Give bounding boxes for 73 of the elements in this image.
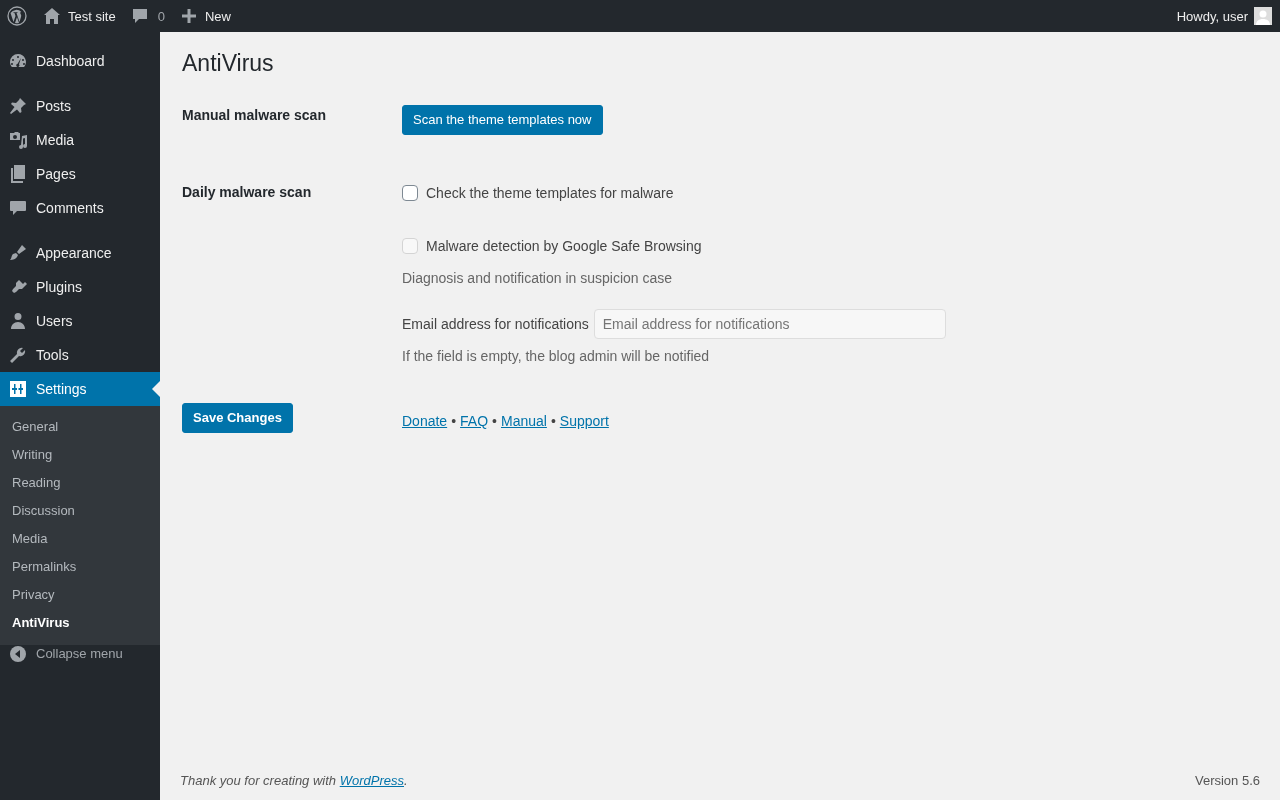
menu-item[interactable]: Settings <box>0 372 160 406</box>
house-icon <box>42 6 62 26</box>
scan-button[interactable]: Scan the theme templates now <box>402 105 603 135</box>
menu-label: Settings <box>36 381 87 397</box>
camera-music-icon <box>8 130 28 150</box>
menu-label: Posts <box>36 98 71 114</box>
menu-label: Plugins <box>36 279 82 295</box>
submenu-item[interactable]: Reading <box>0 469 160 497</box>
submenu-item[interactable]: Discussion <box>0 497 160 525</box>
link[interactable]: Donate <box>402 413 448 429</box>
separator-dot: • <box>451 413 457 429</box>
greeting: Howdy, user <box>1176 8 1248 24</box>
wordpress-logo-icon <box>7 6 27 26</box>
new-link[interactable]: New <box>171 0 238 32</box>
wrench-icon <box>8 345 28 365</box>
submenu-item[interactable]: Media <box>0 525 160 553</box>
new-label: New <box>204 8 231 24</box>
account-link[interactable]: Howdy, user <box>1169 0 1280 32</box>
menu-item[interactable]: Comments <box>0 191 160 225</box>
submenu-item[interactable]: Writing <box>0 441 160 469</box>
collapse-label: Collapse menu <box>36 645 123 661</box>
submenu-item[interactable]: Permalinks <box>0 553 160 581</box>
link[interactable]: Manual <box>501 413 547 429</box>
page-title: AntiVirus <box>182 50 275 77</box>
collapse-menu-button[interactable]: Collapse menu <box>0 634 160 664</box>
menu-label: Pages <box>36 166 76 182</box>
pushpin-icon <box>8 96 28 116</box>
save-changes-button[interactable]: Save Changes <box>182 403 293 433</box>
menu-item[interactable]: Plugins <box>0 270 160 304</box>
menu-item[interactable]: Dashboard <box>0 44 160 78</box>
menu-label: Comments <box>36 200 104 216</box>
email-label: Email address for notifications <box>402 316 589 332</box>
menu-label: Appearance <box>36 245 112 261</box>
menu-item[interactable]: Users <box>0 304 160 338</box>
field-label: Daily malware scan <box>182 183 313 202</box>
menu-label: Dashboard <box>36 53 105 69</box>
menu-label: Users <box>36 313 73 329</box>
site-link[interactable]: Test site <box>35 0 123 32</box>
version-text: Version 5.6 <box>1194 773 1260 788</box>
email-field[interactable]: Email address for notifications <box>593 309 946 339</box>
link[interactable]: Support <box>559 413 609 429</box>
submenu-item[interactable]: Privacy <box>0 581 160 609</box>
wordpress-link[interactable]: WordPress <box>339 773 404 788</box>
speech-bubble-icon <box>8 198 28 218</box>
checkbox-label: Check the theme templates for malware <box>426 185 674 201</box>
submenu-item[interactable]: General <box>0 413 160 441</box>
left-triangle-circle-icon <box>8 644 28 664</box>
description-text: Diagnosis and notification in suspicion case <box>402 269 674 288</box>
submenu-item[interactable]: AntiVirus <box>0 609 160 637</box>
pointer-arrow-icon <box>152 381 160 397</box>
menu-label: Tools <box>36 347 69 363</box>
menu-item[interactable]: Appearance <box>0 236 160 270</box>
separator-dot: • <box>492 413 497 429</box>
avatar <box>1254 7 1272 25</box>
menu-item[interactable]: Tools <box>0 338 160 372</box>
note-text: If the field is empty, the blog admin will be notified <box>402 347 711 366</box>
checkbox[interactable] <box>402 185 418 201</box>
menu-item[interactable]: Media <box>0 123 160 157</box>
field-label: Manual malware scan <box>182 106 327 125</box>
sliders-icon <box>8 379 28 399</box>
site-name: Test site <box>68 8 116 24</box>
link[interactable]: FAQ <box>460 413 489 429</box>
paintbrush-icon <box>8 243 28 263</box>
menu-label: Media <box>36 132 75 148</box>
comments-link[interactable]: 0 <box>122 0 172 32</box>
comment-count: 0 <box>157 8 165 24</box>
person-icon <box>8 311 28 331</box>
separator-dot: • <box>550 413 556 429</box>
menu-item[interactable]: Posts <box>0 89 160 123</box>
checkbox-label: Malware detection by Google Safe Browsing <box>426 238 702 254</box>
footer-text: Thank you for creating with WordPress. <box>180 773 408 788</box>
pages-icon <box>8 164 28 184</box>
menu-item[interactable]: Pages <box>0 157 160 191</box>
